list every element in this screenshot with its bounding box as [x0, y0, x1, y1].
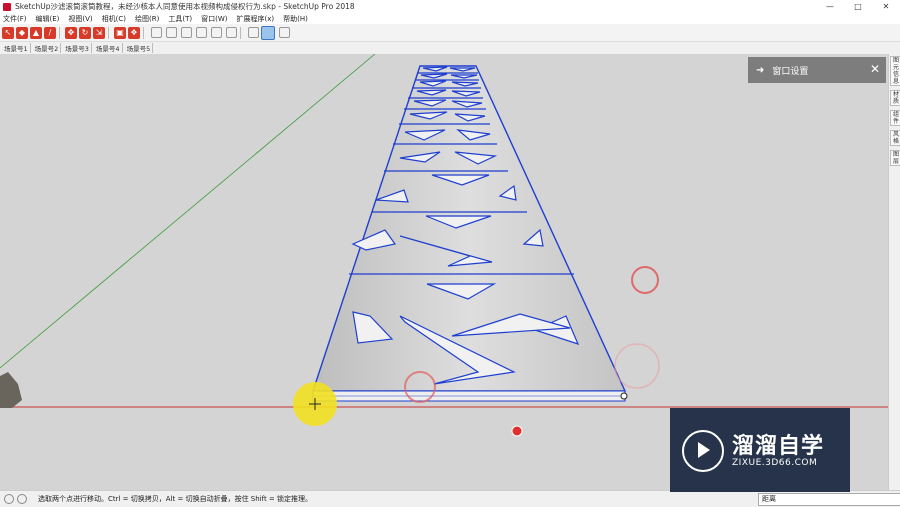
- tray-tab-styles[interactable]: 风格: [890, 130, 900, 146]
- tray-tab-components[interactable]: 组件: [890, 110, 900, 126]
- measurements-box[interactable]: 距离: [758, 493, 900, 506]
- panel-title: 窗口设置: [772, 66, 809, 77]
- eraser-tool-icon[interactable]: ◆: [16, 26, 28, 39]
- menu-help[interactable]: 帮助(H): [283, 14, 308, 24]
- settings-icon[interactable]: [279, 27, 290, 38]
- click-indicator: [614, 343, 660, 389]
- line-tool-icon[interactable]: /: [44, 26, 56, 39]
- status-icons: [4, 494, 30, 504]
- top-view-icon[interactable]: [181, 27, 192, 38]
- sketchup-app-icon: [3, 2, 11, 11]
- watermark-brand: 溜溜自学: [732, 434, 825, 459]
- click-indicator: [511, 425, 523, 437]
- scene-tabs: 场景号1 场景号2 场景号3 场景号4 场景号5: [0, 42, 900, 53]
- scene-tab-1[interactable]: 场景号1: [2, 42, 31, 53]
- measurements-label: 距离: [762, 495, 776, 503]
- back-view-icon[interactable]: [166, 27, 177, 38]
- click-indicator: [631, 266, 659, 294]
- status-hint: 选取两个点进行移动。Ctrl = 切换拷贝，Alt = 切换自动折叠，按住 Sh…: [38, 495, 313, 503]
- close-icon[interactable]: ✕: [870, 62, 880, 76]
- scene-tab-5[interactable]: 场景号5: [125, 42, 154, 53]
- status-bar: 选取两个点进行移动。Ctrl = 切换拷贝，Alt = 切换自动折叠，按住 Sh…: [0, 490, 900, 507]
- window-settings-panel[interactable]: ➜ 窗口设置 ✕: [748, 57, 886, 83]
- scene-tab-4[interactable]: 场景号4: [94, 42, 123, 53]
- toolbar-separator: [240, 26, 241, 39]
- print-icon[interactable]: ▣: [114, 26, 126, 39]
- arrow-right-icon[interactable]: ➜: [756, 65, 764, 76]
- shadow-icon[interactable]: [211, 27, 222, 38]
- tray-tabs: 图元信息 材质 组件 风格 图层: [888, 54, 900, 490]
- menu-edit[interactable]: 编辑(E): [36, 14, 60, 24]
- play-logo-icon: [682, 430, 724, 472]
- geo-location-icon[interactable]: [4, 494, 14, 504]
- menu-tools[interactable]: 工具(T): [168, 14, 192, 24]
- scene-tab-3[interactable]: 场景号3: [63, 42, 92, 53]
- front-view-icon[interactable]: [151, 27, 162, 38]
- menu-view[interactable]: 视图(V): [68, 14, 92, 24]
- paint-bucket-icon[interactable]: ▲: [30, 26, 42, 39]
- rotate-tool-icon[interactable]: ↻: [79, 26, 91, 39]
- bridge-model: [312, 65, 628, 402]
- minimize-button[interactable]: —: [816, 0, 844, 13]
- window-title: SketchUp沙滤滚筒滚筒教程，未经沙核本人同意使用本视频构成侵权行为.skp…: [15, 2, 355, 11]
- toolbar-separator: [59, 26, 60, 39]
- menu-camera[interactable]: 相机(C): [102, 14, 126, 24]
- outliner-icon[interactable]: [261, 25, 275, 40]
- menu-bar: 文件(F) 编辑(E) 视图(V) 相机(C) 绘图(R) 工具(T) 窗口(W…: [0, 13, 900, 24]
- menu-extensions[interactable]: 扩展程序(x): [236, 14, 274, 24]
- maximize-button[interactable]: □: [844, 0, 872, 13]
- move-tool-icon[interactable]: ✥: [65, 26, 77, 39]
- close-window-button[interactable]: ✕: [872, 0, 900, 13]
- scale-tool-icon[interactable]: ⇲: [93, 26, 105, 39]
- scene-tab-2[interactable]: 场景号2: [33, 42, 62, 53]
- green-axis-line: [0, 54, 376, 369]
- watermark-url: ZIXUE.3D66.COM: [732, 458, 818, 468]
- toolbar-separator: [143, 26, 144, 39]
- dot-icon[interactable]: [196, 27, 207, 38]
- arrow-diagonal-icon[interactable]: [248, 27, 259, 38]
- tray-tab-layers[interactable]: 图层: [890, 150, 900, 166]
- credits-icon[interactable]: [17, 494, 27, 504]
- fog-icon[interactable]: [226, 27, 237, 38]
- toolbar: ↖ ◆ ▲ / ✥ ↻ ⇲ ▣ ❖: [0, 24, 900, 42]
- window-controls: — □ ✕: [816, 0, 900, 13]
- menu-file[interactable]: 文件(F): [3, 14, 27, 24]
- select-tool-icon[interactable]: ↖: [2, 26, 14, 39]
- menu-draw[interactable]: 绘图(R): [135, 14, 159, 24]
- tray-tab-materials[interactable]: 材质: [890, 90, 900, 106]
- watermark-logo: 溜溜自学 ZIXUE.3D66.COM: [670, 408, 850, 492]
- tray-tab-entity-info[interactable]: 图元信息: [890, 56, 900, 86]
- toolbar-separator: [108, 26, 109, 39]
- component-icon[interactable]: ❖: [128, 26, 140, 39]
- menu-window[interactable]: 窗口(W): [201, 14, 227, 24]
- title-bar: SketchUp沙滤滚筒滚筒教程，未经沙核本人同意使用本视频构成侵权行为.skp…: [0, 0, 900, 13]
- scale-figure: [0, 372, 22, 408]
